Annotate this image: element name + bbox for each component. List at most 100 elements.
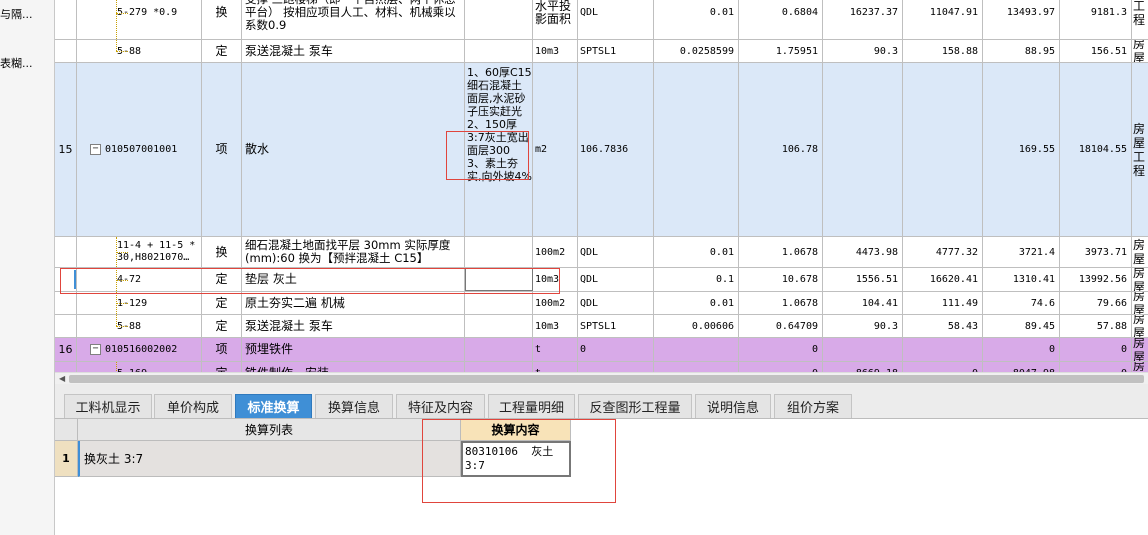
composite-total-cell: 57.88 bbox=[1060, 315, 1132, 337]
tab-reverse-graphic-quantity[interactable]: 反查图形工程量 bbox=[578, 394, 692, 418]
composite-total-cell: 0 bbox=[1060, 338, 1132, 361]
quantity-cell: 106.78 bbox=[739, 63, 823, 236]
specialty-cell: 工程 bbox=[1133, 0, 1146, 27]
tab-labor-material-machine[interactable]: 工料机显示 bbox=[64, 394, 152, 418]
features-cell bbox=[465, 237, 533, 267]
tab-unit-price-composition[interactable]: 单价构成 bbox=[154, 394, 232, 418]
quantity-cell: 10.678 bbox=[739, 268, 823, 291]
code-cell: 5-88 bbox=[77, 40, 202, 62]
table-row[interactable]: 1-129 定 原土夯实二遍 机械 100m2 QDL 0.01 1.0678 … bbox=[55, 292, 1148, 315]
row-number bbox=[55, 362, 77, 372]
unit-price-cell bbox=[823, 63, 903, 236]
type-cell: 换 bbox=[202, 237, 242, 267]
conversion-panel: 换算列表 换算内容 1 换灰土 3:7 80310106 灰土 3:7 bbox=[55, 419, 1148, 535]
content-cell bbox=[654, 338, 739, 361]
expression-cell: 0 bbox=[578, 338, 654, 361]
composite-total-cell: 0 bbox=[1060, 362, 1132, 372]
tab-conversion-info[interactable]: 换算信息 bbox=[315, 394, 393, 418]
left-navigation-panel: 与隔... 表糊... bbox=[0, 0, 55, 535]
table-row[interactable]: 5-169 定 铁件制作、安装 t 0 8669.18 0 8047.98 0 … bbox=[55, 362, 1148, 372]
composite-unit-price-cell: 74.6 bbox=[983, 292, 1060, 314]
expression-cell: SPTSL1 bbox=[578, 315, 654, 337]
content-cell bbox=[654, 362, 739, 372]
total-price-cell: 58.43 bbox=[903, 315, 983, 337]
features-cell bbox=[465, 292, 533, 314]
total-price-cell: 111.49 bbox=[903, 292, 983, 314]
conversion-content-cell[interactable]: 80310106 灰土 3:7 bbox=[461, 441, 571, 477]
unit-cell: 100m2 bbox=[533, 292, 578, 314]
quantity-cell: 0 bbox=[739, 362, 823, 372]
scroll-left-icon[interactable]: ◀ bbox=[59, 374, 65, 383]
left-panel-item[interactable]: 表糊... bbox=[0, 55, 33, 71]
code-cell: 5-279 *0.9 bbox=[77, 0, 202, 39]
quantity-cell: 1.0678 bbox=[739, 292, 823, 314]
tab-standard-conversion[interactable]: 标准换算 bbox=[235, 394, 312, 418]
row-number: 16 bbox=[55, 338, 77, 361]
composite-total-cell: 3973.71 bbox=[1060, 237, 1132, 267]
horizontal-scrollbar[interactable]: ◀ bbox=[55, 372, 1148, 384]
detail-tabs: 工料机显示 单价构成 标准换算 换算信息 特征及内容 工程量明细 反查图形工程量… bbox=[55, 384, 1148, 419]
table-row[interactable]: 11-4 + 11-5 * 30,H8021070… 换 细石混凝土地面找平层 … bbox=[55, 237, 1148, 268]
composite-unit-price-cell: 3721.4 bbox=[983, 237, 1060, 267]
specialty-cell: 房屋 bbox=[1133, 268, 1146, 291]
name-cell: 预埋铁件 bbox=[242, 338, 465, 361]
features-cell bbox=[465, 315, 533, 337]
conversion-content-header: 换算内容 bbox=[461, 419, 571, 441]
composite-total-cell: 18104.55 bbox=[1060, 63, 1132, 236]
name-cell: 散水 bbox=[242, 63, 465, 236]
content-cell: 0.0258599 bbox=[654, 40, 739, 62]
tab-quantity-detail[interactable]: 工程量明细 bbox=[488, 394, 575, 418]
composite-unit-price-cell: 88.95 bbox=[983, 40, 1060, 62]
collapse-icon[interactable]: − bbox=[90, 144, 101, 155]
unit-cell: 水平投影面积 bbox=[533, 0, 578, 39]
unit-price-cell: 16237.37 bbox=[823, 0, 903, 39]
row-number: 15 bbox=[55, 63, 77, 236]
composite-total-cell: 79.66 bbox=[1060, 292, 1132, 314]
composite-unit-price-cell: 13493.97 bbox=[983, 0, 1060, 39]
composite-total-cell: 9181.3 bbox=[1060, 0, 1132, 39]
table-row[interactable]: 5-88 定 泵送混凝土 泵车 10m3 SPTSL1 0.0258599 1.… bbox=[55, 40, 1148, 63]
name-cell: 泵送混凝土 泵车 bbox=[242, 315, 465, 337]
content-cell: 0.01 bbox=[654, 237, 739, 267]
specialty-cell: 房屋 bbox=[1133, 362, 1146, 372]
conversion-list-item[interactable]: 换灰土 3:7 bbox=[78, 441, 461, 477]
total-price-cell: 4777.32 bbox=[903, 237, 983, 267]
type-cell: 定 bbox=[202, 315, 242, 337]
unit-price-cell: 104.41 bbox=[823, 292, 903, 314]
left-panel-item[interactable]: 与隔... bbox=[0, 6, 33, 22]
quantity-cell: 1.0678 bbox=[739, 237, 823, 267]
unit-price-cell: 4473.98 bbox=[823, 237, 903, 267]
type-cell: 定 bbox=[202, 268, 242, 291]
code-cell: 11-4 + 11-5 * 30,H8021070… bbox=[77, 237, 202, 267]
code-cell: 5-169 bbox=[77, 362, 202, 372]
content-cell: 0.01 bbox=[654, 292, 739, 314]
unit-cell: 10m3 bbox=[533, 315, 578, 337]
table-row[interactable]: 16 −010516002002 项 预埋铁件 t 0 0 0 0 房屋 bbox=[55, 338, 1148, 362]
row-number bbox=[55, 268, 77, 291]
tab-description[interactable]: 说明信息 bbox=[695, 394, 771, 418]
total-price-cell: 0 bbox=[903, 362, 983, 372]
features-cell bbox=[465, 40, 533, 62]
type-cell: 定 bbox=[202, 292, 242, 314]
table-row[interactable]: 5-88 定 泵送混凝土 泵车 10m3 SPTSL1 0.00606 0.64… bbox=[55, 315, 1148, 338]
total-price-cell: 158.88 bbox=[903, 40, 983, 62]
name-cell: 泵送混凝土 泵车 bbox=[242, 40, 465, 62]
unit-price-cell: 8669.18 bbox=[823, 362, 903, 372]
name-cell: 支撑 三跑楼梯（即一个自然层、两个休息平台） 按相应项目人工、材料、机械乘以系数… bbox=[242, 0, 465, 39]
conversion-list-header: 换算列表 bbox=[78, 419, 461, 441]
tab-pricing-scheme[interactable]: 组价方案 bbox=[774, 394, 852, 418]
expression-cell: QDL bbox=[578, 292, 654, 314]
type-cell: 换 bbox=[202, 0, 242, 39]
tab-features-content[interactable]: 特征及内容 bbox=[396, 394, 485, 418]
features-cell: 1、60厚C15细石混凝土面层,水泥砂子压实赶光 2、150厚3:7灰土宽出面层… bbox=[465, 63, 533, 236]
collapse-icon[interactable]: − bbox=[90, 344, 101, 355]
scrollbar-thumb[interactable] bbox=[69, 375, 1144, 383]
composite-unit-price-cell: 89.45 bbox=[983, 315, 1060, 337]
table-row-selected[interactable]: 15 −010507001001 项 散水 1、60厚C15细石混凝土面层,水泥… bbox=[55, 63, 1148, 237]
row-number bbox=[55, 237, 77, 267]
expression-cell: 106.7836 bbox=[578, 63, 654, 236]
table-row[interactable]: 4-72 定 垫层 灰土 10m3 QDL 0.1 10.678 1556.51… bbox=[55, 268, 1148, 292]
table-row[interactable]: 5-279 *0.9 换 支撑 三跑楼梯（即一个自然层、两个休息平台） 按相应项… bbox=[55, 0, 1148, 40]
features-cell-editing[interactable] bbox=[465, 268, 533, 291]
specialty-cell: 房屋 bbox=[1133, 238, 1146, 266]
